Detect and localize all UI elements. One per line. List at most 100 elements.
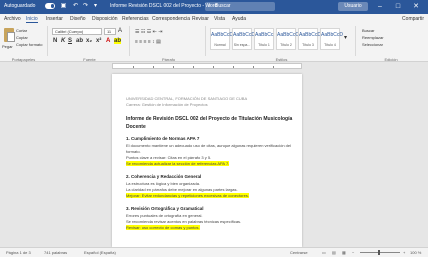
font-group: Calibri (Cuerpo) 11 A N K S ab x₂ x² A a…	[50, 26, 130, 62]
clipboard-group: Pegar Cortar Copiar Copiar formato Porta…	[0, 26, 48, 62]
word-count[interactable]: 741 palabras	[44, 250, 67, 255]
bold-icon[interactable]: N	[53, 38, 57, 44]
search-placeholder: Buscar	[215, 3, 231, 9]
style-name: Título 2	[280, 43, 292, 47]
document-page[interactable]: UNIVERSIDAD CENTRAL, FORMACIÓN DE SANTIA…	[112, 74, 302, 247]
styles-group: AaBbCcDc Normal AaBbCcDc Sin espa... AaB…	[208, 26, 356, 62]
maximize-icon[interactable]: □	[392, 1, 404, 13]
ruler-tick	[233, 66, 234, 68]
grow-font-icon[interactable]: A	[118, 28, 122, 34]
horizontal-ruler[interactable]	[0, 62, 428, 70]
style-heading-2[interactable]: AaBbCcC Título 2	[276, 28, 299, 50]
style-sample: AaBbCcD	[321, 32, 343, 38]
superscript-icon[interactable]: x²	[96, 38, 101, 44]
ruler-tick	[213, 66, 214, 68]
strikethrough-icon[interactable]: ab	[76, 38, 83, 44]
search-box[interactable]: ⌕ Buscar	[205, 2, 275, 11]
editing-group: Buscar Reemplazar Seleccionar Edición	[358, 26, 424, 62]
search-icon: ⌕	[208, 3, 211, 9]
format-painter-button[interactable]: Copiar formato	[16, 42, 42, 47]
zoom-in-icon[interactable]: +	[403, 250, 405, 255]
cut-button[interactable]: Cortar	[16, 28, 27, 33]
body-line: Puntos clave a revisar: Citas en el párr…	[126, 155, 212, 160]
institution-line: UNIVERSIDAD CENTRAL, FORMACIÓN DE SANTIA…	[126, 96, 248, 101]
style-name: Normal	[214, 43, 226, 47]
zoom-out-icon[interactable]: −	[352, 250, 354, 255]
minimize-icon[interactable]: –	[374, 1, 386, 13]
section-heading: 3. Revisión Ortográfica y Gramatical	[126, 206, 204, 211]
tab-vista[interactable]: Vista	[214, 16, 225, 22]
tab-disposicion[interactable]: Disposición	[92, 16, 118, 22]
section-heading: 1. Cumplimiento de Normas APA 7	[126, 136, 200, 141]
zoom-level[interactable]: 100 %	[410, 250, 421, 255]
tab-referencias[interactable]: Referencias	[122, 16, 149, 22]
focus-button[interactable]: Centrarse	[290, 250, 308, 255]
ruler-tick	[253, 66, 254, 68]
font-size-select[interactable]: 11	[104, 28, 116, 35]
tab-inicio[interactable]: Inicio	[26, 16, 38, 23]
style-no-spacing[interactable]: AaBbCcDc Sin espa...	[232, 28, 258, 50]
subtitle-line: Carrera: Gestión de Información de Proye…	[126, 102, 208, 107]
paste-icon[interactable]	[4, 28, 15, 42]
body-line: La claridad en párrafos debe mejorar en …	[126, 187, 238, 192]
vertical-ruler[interactable]	[0, 70, 8, 247]
tab-insertar[interactable]: Insertar	[46, 16, 63, 22]
paste-button[interactable]: Pegar	[2, 44, 13, 49]
close-icon[interactable]: ✕	[410, 1, 422, 13]
language-status[interactable]: Español (España)	[84, 250, 116, 255]
tab-correspondencia[interactable]: Correspondencia	[152, 16, 190, 22]
ruler-tick	[193, 66, 194, 68]
print-layout-icon[interactable]: ▤	[332, 250, 336, 255]
highlighted-line: Mejorar: Evitar redundancias y repeticio…	[126, 193, 249, 198]
highlighted-line: Revisar: uso correcto de comas y puntos.	[126, 225, 200, 230]
read-mode-icon[interactable]: ▭	[322, 250, 326, 255]
customize-qat-icon[interactable]: ▾	[92, 3, 99, 10]
style-sample: AaBbCcDc	[211, 32, 236, 38]
style-heading-1[interactable]: AaBbCc Título 1	[254, 28, 274, 50]
autosave-toggle[interactable]	[45, 3, 55, 9]
tab-revisar[interactable]: Revisar	[192, 16, 209, 22]
document-heading-line2: Docente	[126, 124, 146, 130]
copy-button[interactable]: Copiar	[16, 35, 28, 40]
bullets-icon[interactable]: ☰ ☷ ☲ ⇤ ⇥	[135, 29, 162, 35]
underline-icon[interactable]: S	[68, 38, 72, 44]
tab-diseno[interactable]: Diseño	[70, 16, 86, 22]
style-name: Sin espa...	[233, 43, 251, 47]
styles-more-icon[interactable]: ▾	[344, 34, 347, 41]
find-button[interactable]: Buscar	[362, 28, 374, 33]
body-line: El documento mantiene un adecuado uso de…	[126, 143, 291, 148]
status-bar: Página 1 de 3 741 palabras Español (Espa…	[0, 247, 428, 257]
ribbon-tabs: Archivo Inicio Insertar Diseño Disposici…	[0, 14, 428, 24]
body-line: formato.	[126, 149, 141, 154]
ruler-tick	[273, 66, 274, 68]
save-icon[interactable]: ▣	[60, 3, 67, 10]
share-button[interactable]: Compartir	[402, 16, 424, 22]
italic-icon[interactable]: K	[61, 38, 65, 44]
page-count[interactable]: Página 1 de 3	[6, 250, 31, 255]
replace-button[interactable]: Reemplazar	[362, 35, 384, 40]
style-sample: AaBbCc	[255, 32, 274, 38]
document-title: Informe Revisión DSCL 002 del Proyecto -…	[110, 3, 218, 9]
style-normal[interactable]: AaBbCcDc Normal	[210, 28, 236, 50]
user-account[interactable]: Usuario	[338, 2, 368, 11]
subscript-icon[interactable]: x₂	[86, 38, 92, 44]
highlight-color-icon[interactable]: ab	[114, 38, 122, 44]
select-button[interactable]: Seleccionar	[362, 42, 383, 47]
tab-ayuda[interactable]: Ayuda	[232, 16, 246, 22]
style-heading-4[interactable]: AaBbCcD Título 4	[320, 28, 343, 50]
paragraph-group: ☰ ☷ ☲ ⇤ ⇥ ≡ ≡ ≡ ≡ ↕ ▤ Párrafo	[132, 26, 206, 62]
style-heading-3[interactable]: AaBbCcD Título 3	[298, 28, 321, 50]
tab-archivo[interactable]: Archivo	[4, 16, 21, 22]
zoom-slider[interactable]	[360, 250, 400, 255]
redo-icon[interactable]: ↷	[82, 3, 89, 10]
ruler-bar	[112, 63, 302, 69]
undo-icon[interactable]: ↶	[72, 3, 79, 10]
style-sample: AaBbCcDc	[233, 32, 258, 38]
body-line: La estructura es lógica y bien organizad…	[126, 181, 201, 186]
font-name-select[interactable]: Calibri (Cuerpo)	[52, 28, 102, 35]
align-icons[interactable]: ≡ ≡ ≡ ≡ ↕ ▤	[135, 39, 161, 45]
style-name: Título 3	[302, 43, 314, 47]
font-color-icon[interactable]: A	[106, 38, 110, 44]
web-layout-icon[interactable]: ▦	[342, 250, 346, 255]
section-heading: 2. Coherencia y Redacción General	[126, 174, 202, 179]
